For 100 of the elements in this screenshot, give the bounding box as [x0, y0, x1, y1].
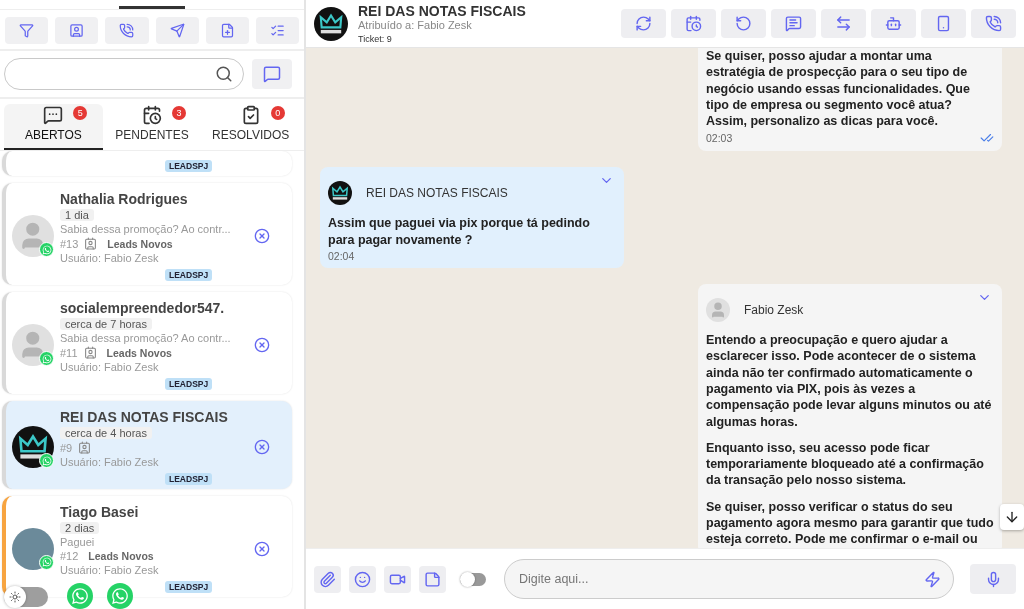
- send-button[interactable]: [155, 17, 199, 44]
- whatsapp-button[interactable]: [107, 583, 133, 609]
- chat-title: REI DAS NOTAS FISCAIS: [358, 3, 527, 19]
- time-label: 1 dia: [60, 209, 94, 221]
- sender-name: REI DAS NOTAS FISCAIS: [366, 186, 508, 201]
- close-icon[interactable]: [254, 337, 270, 353]
- tab[interactable]: 3 PENDENTES: [102, 104, 202, 150]
- filter-icon: [19, 23, 35, 38]
- undo-button[interactable]: [721, 9, 766, 38]
- theme-toggle[interactable]: [4, 587, 48, 607]
- user-label: Usuário: Fabio Zesk: [60, 456, 160, 468]
- tag-label: LEADSPJ: [165, 160, 213, 172]
- contact-name: Tiago Basei: [60, 504, 140, 520]
- resolve-button[interactable]: [771, 9, 816, 38]
- time-label: cerca de 4 horas: [60, 427, 152, 439]
- whatsapp-icon: [39, 351, 54, 366]
- tag-label: LEADSPJ: [165, 269, 213, 281]
- message-text: Assim que paguei via pix porque tá pedindo para pagar novamente ?: [328, 215, 591, 249]
- close-icon[interactable]: [254, 228, 270, 244]
- whatsapp-icon: [111, 587, 129, 605]
- user-label: Usuário: Fabio Zesk: [60, 252, 160, 264]
- ticket-label: Ticket: 9: [358, 34, 393, 44]
- device-button[interactable]: [921, 9, 966, 38]
- message-input[interactable]: Digite aqui...: [517, 571, 924, 587]
- video-button[interactable]: [384, 565, 411, 593]
- filter-button[interactable]: [5, 17, 49, 44]
- checklist-icon: [269, 23, 285, 38]
- tag-label: LEADSPJ: [165, 581, 213, 593]
- message-time: 02:04: [328, 250, 355, 263]
- quick-reply-icon[interactable]: [924, 570, 941, 588]
- message-text: Se quiser, posso verificar o status do seu pagamento agora mesmo para garantir que tudo esteja correto. Pode me confirmar o e-mail ou: [706, 498, 994, 548]
- refresh-button[interactable]: [621, 9, 666, 38]
- pending-icon: [142, 105, 162, 125]
- ticket-card[interactable]: LEADSPJ: [2, 151, 292, 176]
- ticket-card[interactable]: socialempreendedor547. cerca de 7 horas Sabia dessa promoção? Ao contr... #11 Leads Novos Usuário: Fabio Zesk LEADSPJ: [2, 292, 292, 394]
- contact-icon: [69, 23, 85, 38]
- ticket-card[interactable]: Nathalia Rodrigues 1 dia Sabia dessa promoção? Ao contr... #13 Leads Novos Usuário: Fabio Zesk LEADSPJ: [2, 183, 292, 285]
- message-preview: Sabia dessa promoção? Ao contr...: [60, 223, 232, 235]
- chat-search-button[interactable]: [252, 59, 292, 89]
- whatsapp-button[interactable]: [67, 583, 93, 609]
- whatsapp-icon: [39, 242, 54, 257]
- attach-button[interactable]: [314, 565, 341, 593]
- count-badge: 5: [73, 106, 88, 120]
- ticket-number: #12: [60, 550, 79, 562]
- emoji-icon: [354, 570, 371, 588]
- attach-icon: [319, 570, 336, 588]
- checklist-button[interactable]: [255, 17, 300, 44]
- microphone-button[interactable]: [970, 564, 1016, 594]
- toggle-switch[interactable]: [460, 572, 486, 586]
- note-button[interactable]: [205, 17, 249, 44]
- scroll-down-button[interactable]: [1000, 504, 1024, 530]
- ticket-number: #11: [60, 346, 78, 359]
- message-field[interactable]: Digite aqui...: [504, 559, 954, 599]
- count-badge: 3: [172, 106, 186, 120]
- emoji-button[interactable]: [349, 565, 376, 593]
- call-icon: [985, 15, 1002, 32]
- sun-icon: [9, 591, 21, 603]
- message-time: 02:03: [706, 132, 733, 145]
- device-icon: [935, 15, 952, 32]
- note-button[interactable]: [419, 565, 446, 593]
- avatar-icon: [12, 215, 54, 257]
- message-preview: Paguei: [60, 536, 96, 548]
- ticket-card[interactable]: REI DAS NOTAS FISCAIS cerca de 4 horas #9 Usuário: Fabio Zesk LEADSPJ: [2, 401, 292, 489]
- sender-name: Fabio Zesk: [744, 303, 804, 318]
- note-icon: [424, 570, 441, 588]
- contact-name: REI DAS NOTAS FISCAIS: [60, 409, 229, 425]
- search-icon: [215, 65, 233, 83]
- time-label: cerca de 7 horas: [60, 318, 152, 330]
- crown-logo-icon: [12, 426, 54, 468]
- count-badge: 0: [270, 106, 285, 120]
- arrow-down-icon: [1004, 509, 1020, 525]
- schedule-button[interactable]: [671, 9, 716, 38]
- ticket-number: #9: [60, 441, 73, 454]
- photo-placeholder: [12, 527, 54, 570]
- user-label: Usuário: Fabio Zesk: [60, 564, 160, 576]
- message-text: Entendo a preocupação e quero ajudar a esclarecer isso. Pode acontecer de o sistema ainda não ter confirmado automaticamente o pagamento via PIX, pois às vezes a compensação pode levar alguns minutos ou até algumas horas.: [706, 332, 993, 430]
- contact-name: socialempreendedor547.: [60, 300, 226, 316]
- contact-button[interactable]: [55, 17, 99, 44]
- queue-label: Leads Novos: [107, 237, 173, 250]
- close-icon[interactable]: [254, 540, 270, 557]
- chat-bubble-icon: [263, 65, 281, 83]
- chat-icon: [43, 105, 64, 125]
- transfer-icon: [835, 15, 852, 32]
- bot-button[interactable]: [871, 9, 916, 38]
- crown-logo-icon: [328, 181, 352, 206]
- user-label: Usuário: Fabio Zesk: [60, 361, 160, 373]
- assigned-label: Atribuído a: Fabio Zesk: [358, 19, 473, 31]
- refresh-icon: [635, 15, 652, 32]
- message-preview: Sabia dessa promoção? Ao contr...: [60, 332, 232, 344]
- call-button[interactable]: [105, 17, 149, 44]
- message-text: Enquanto isso, seu acesso pode ficar temporariamente bloqueado até a confirmação da transação pelo nosso sistema.: [706, 439, 985, 489]
- call-button[interactable]: [971, 9, 1016, 38]
- time-label: 2 dias: [60, 522, 100, 534]
- message-text: Se quiser, posso ajudar a montar uma estratégia de prospecção para o seu tipo de negócio usando essas funcionalidades. Que tipo de empresa ou segmento você atua? Assim, personalizo as dicas para você.: [706, 48, 971, 130]
- whatsapp-icon: [71, 587, 89, 605]
- close-icon[interactable]: [254, 439, 270, 455]
- tab[interactable]: 0 RESOLVIDOS: [201, 104, 300, 150]
- transfer-button[interactable]: [821, 9, 866, 38]
- ticket-card[interactable]: Tiago Basei 2 dias Paguei #12 Leads Novos Usuário: Fabio Zesk LEADSPJ: [2, 496, 292, 597]
- tab[interactable]: 5 ABERTOS: [4, 104, 103, 150]
